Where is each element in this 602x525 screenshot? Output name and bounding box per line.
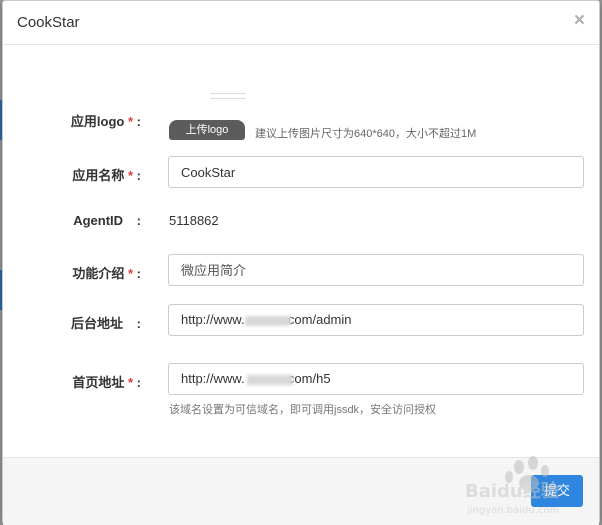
redacted-domain <box>245 316 291 326</box>
app-name-label: 应用名称 * : <box>3 165 141 184</box>
intro-input[interactable] <box>168 254 584 286</box>
agent-id-value: 5118862 <box>169 213 219 228</box>
intro-label: 功能介绍 * : <box>3 263 141 282</box>
home-url-help: 该域名设置为可信域名，即可调用jssdk，安全访问授权 <box>169 404 437 416</box>
app-name-label-text: 应用名称 <box>72 168 125 183</box>
required-mark: * <box>127 266 134 281</box>
close-icon[interactable]: × <box>574 11 585 31</box>
required-mark: * <box>127 168 134 183</box>
submit-button[interactable]: 提交 <box>531 475 583 507</box>
app-name-input[interactable] <box>168 156 584 188</box>
admin-url-input[interactable]: http://www. .com/admin <box>168 304 584 336</box>
admin-url-label: 后台地址 : <box>3 313 141 332</box>
upload-logo-button[interactable]: 上传logo <box>169 120 245 140</box>
required-mark: * <box>127 375 134 390</box>
label-colon: : <box>136 266 141 281</box>
label-colon: : <box>136 168 141 183</box>
dialog-footer: 提交 <box>3 457 599 525</box>
required-mark: * <box>127 114 134 129</box>
logo-label: 应用logo * : <box>3 111 141 130</box>
label-colon: : <box>136 213 141 228</box>
upload-hint: 建议上传图片尺寸为640*640，大小不超过1M <box>255 128 477 140</box>
logo-preview <box>210 93 246 99</box>
home-url-label-text: 首页地址 <box>72 375 125 390</box>
intro-label-text: 功能介绍 <box>72 266 125 281</box>
home-url-label: 首页地址 * : <box>3 372 141 391</box>
label-colon: : <box>136 375 141 390</box>
label-colon: : <box>136 114 141 129</box>
admin-url-label-text: 后台地址 <box>71 316 124 331</box>
dialog-header: CookStar × <box>3 1 599 45</box>
redacted-domain <box>247 375 293 385</box>
logo-label-text: 应用logo <box>70 114 125 129</box>
label-colon: : <box>136 316 141 331</box>
dialog: CookStar × 应用logo * : 上传logo 建议上传图片尺寸为64… <box>2 0 600 525</box>
agent-id-label-text: AgentID <box>73 213 124 228</box>
agent-id-label: AgentID : <box>3 213 141 228</box>
dialog-title: CookStar <box>17 14 80 31</box>
home-url-input[interactable]: http://www. .com/h5 <box>168 363 584 395</box>
